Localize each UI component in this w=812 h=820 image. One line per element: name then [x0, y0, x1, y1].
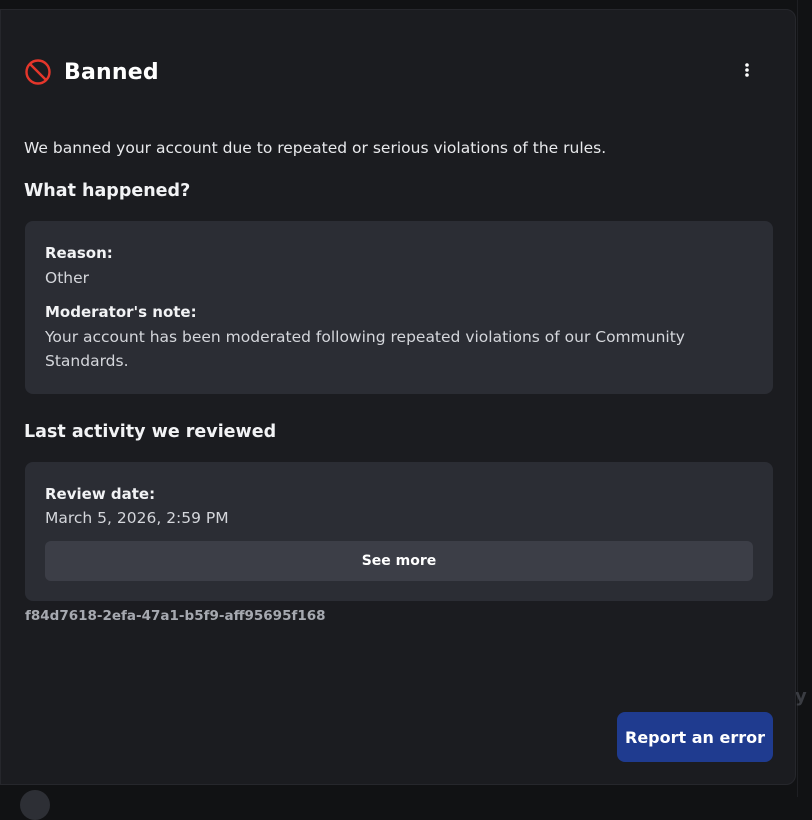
no-entry-icon	[24, 58, 52, 86]
trace-id: f84d7618-2efa-47a1-b5f9-aff95695f168	[25, 608, 326, 624]
last-activity-heading: Last activity we reviewed	[24, 422, 277, 442]
background-page-edge	[797, 0, 812, 797]
review-date-value: March 5, 2026, 2:59 PM	[45, 509, 229, 527]
modal-header: Banned	[24, 58, 159, 86]
ban-description: We banned your account due to repeated o…	[24, 139, 607, 157]
what-happened-heading: What happened?	[24, 181, 191, 201]
background-partial-text: y	[795, 686, 807, 707]
moderator-note-label: Moderator's note:	[45, 303, 197, 321]
more-vertical-icon	[744, 62, 750, 82]
reason-label: Reason:	[45, 244, 113, 262]
report-error-button[interactable]: Report an error	[617, 712, 773, 762]
ban-notice-modal: Banned We banned your account due to rep…	[0, 9, 796, 785]
review-date-label: Review date:	[45, 485, 156, 503]
reason-value: Other	[45, 269, 90, 287]
more-options-button[interactable]	[737, 62, 757, 82]
see-more-button[interactable]: See more	[45, 541, 753, 581]
modal-title: Banned	[64, 59, 159, 85]
what-happened-card: Reason: Other Moderator's note: Your acc…	[25, 221, 773, 394]
moderator-note-value: Your account has been moderated followin…	[45, 328, 685, 370]
last-activity-card: Review date: March 5, 2026, 2:59 PM See …	[25, 462, 773, 601]
background-avatar	[20, 790, 50, 820]
